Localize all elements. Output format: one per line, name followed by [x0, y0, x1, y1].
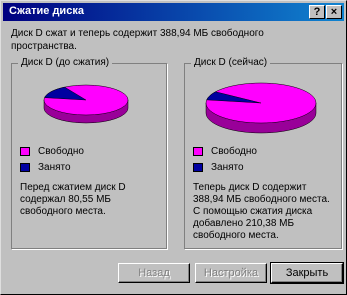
window-title: Сжатие диска	[9, 5, 84, 17]
free-label: Свободно	[38, 146, 84, 157]
free-swatch	[20, 147, 30, 156]
used-label: Занято	[211, 162, 244, 173]
pie-chart-before	[43, 84, 129, 124]
group-after-legend: Диск D (сейчас)	[191, 57, 271, 68]
group-before: Диск D (до сжатия) Свободно Занято Перед…	[11, 57, 167, 249]
dialog-window: Сжатие диска ? × Диск D сжат и теперь со…	[0, 0, 347, 295]
close-button[interactable]: Закрыть	[270, 262, 344, 284]
title-bar[interactable]: Сжатие диска ? ×	[3, 3, 344, 21]
pie-chart-after	[205, 82, 317, 134]
back-button[interactable]: Назад	[118, 263, 190, 283]
close-icon[interactable]: ×	[326, 5, 342, 19]
pie-before-graphics	[43, 84, 129, 124]
group-after: Диск D (сейчас) Свободно Занято Теперь д…	[184, 57, 342, 249]
before-description: Перед сжатием диск D содержал 80,55 МБ с…	[20, 182, 126, 217]
used-swatch	[20, 163, 30, 172]
status-message: Диск D сжат и теперь содержит 388,94 МБ …	[11, 28, 264, 52]
pie-after-graphics	[205, 82, 317, 134]
used-label: Занято	[38, 162, 71, 173]
group-before-legend: Диск D (до сжатия)	[18, 57, 113, 68]
used-swatch	[193, 163, 203, 172]
after-description: Теперь диск D содержит 388,94 МБ свободн…	[193, 182, 330, 241]
settings-button[interactable]: Настройка	[195, 263, 267, 283]
free-label: Свободно	[211, 146, 257, 157]
help-button[interactable]: ?	[309, 5, 325, 19]
free-swatch	[193, 147, 203, 156]
